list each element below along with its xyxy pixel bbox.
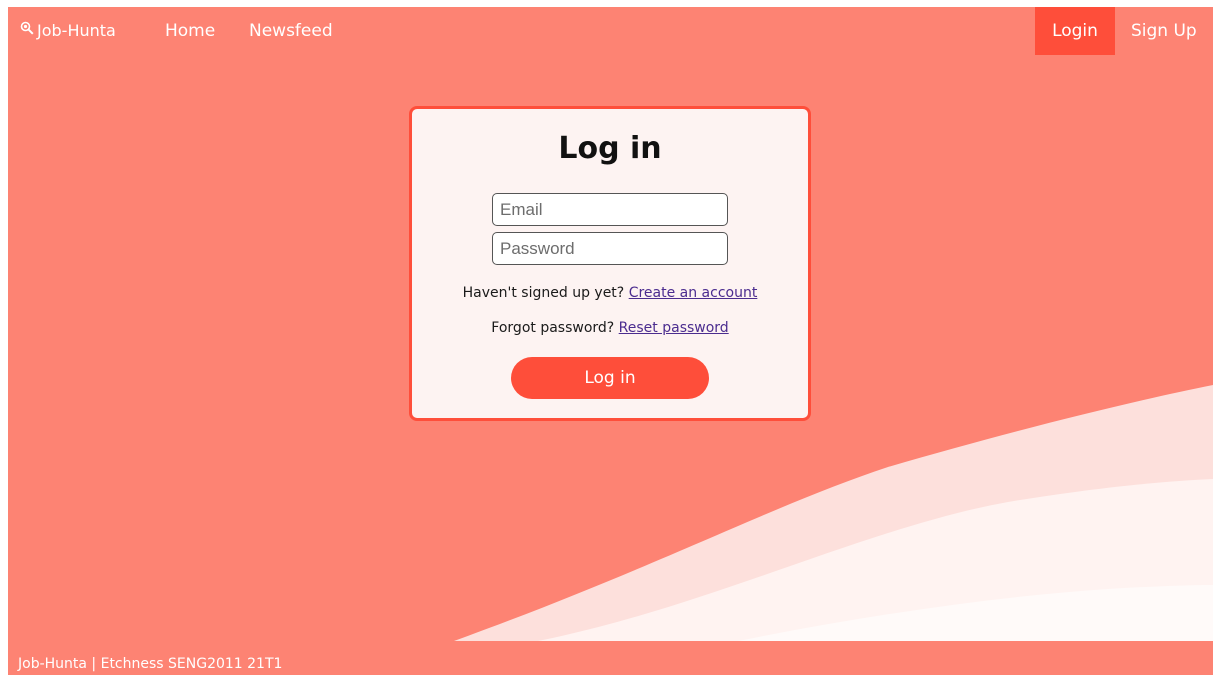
nav-signup-link[interactable]: Sign Up: [1131, 7, 1197, 55]
top-navbar: Job-Hunta Home Newsfeed Login Sign Up: [8, 7, 1213, 55]
brand-link[interactable]: Job-Hunta: [20, 7, 116, 55]
email-input[interactable]: [492, 193, 728, 226]
reset-hint: Forgot password? Reset password: [412, 320, 808, 336]
page-frame: Job-Hunta Home Newsfeed Login Sign Up Lo…: [8, 7, 1213, 675]
footer-text: Job-Hunta | Etchness SENG2011 21T1: [18, 656, 283, 672]
signup-hint: Haven't signed up yet? Create an account: [412, 285, 808, 301]
page-footer: Job-Hunta | Etchness SENG2011 21T1: [8, 641, 1213, 675]
password-input[interactable]: [492, 232, 728, 265]
reset-prompt: Forgot password?: [491, 320, 615, 336]
nav-login-link[interactable]: Login: [1035, 7, 1115, 55]
login-title: Log in: [558, 131, 662, 166]
login-submit-button[interactable]: Log in: [511, 357, 709, 399]
brand-label: Job-Hunta: [37, 21, 116, 40]
create-account-link[interactable]: Create an account: [629, 285, 758, 301]
nav-newsfeed-link[interactable]: Newsfeed: [249, 7, 333, 55]
magnifier-icon: [20, 7, 34, 54]
reset-password-link[interactable]: Reset password: [619, 320, 729, 336]
signup-prompt: Haven't signed up yet?: [462, 285, 625, 301]
login-card: Log in Haven't signed up yet? Create an …: [409, 106, 811, 421]
nav-home-link[interactable]: Home: [165, 7, 215, 55]
